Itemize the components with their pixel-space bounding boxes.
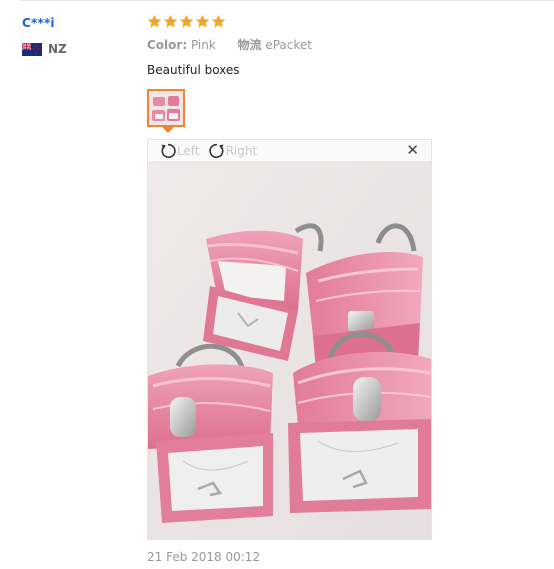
reviewer-name[interactable]: C***i — [22, 16, 67, 30]
reviewer-info: C***i NZ — [22, 16, 67, 56]
star-icon — [211, 14, 226, 28]
review-photo[interactable] — [148, 161, 431, 539]
rotate-left-icon — [161, 143, 176, 158]
star-icon — [147, 14, 162, 28]
star-icon — [163, 14, 178, 28]
rotate-right-label: Right — [225, 143, 258, 158]
star-icon — [195, 14, 210, 28]
reviewer-country: NZ — [22, 42, 67, 56]
shipping-label: 物流 — [237, 38, 262, 52]
review-image-thumbnail[interactable] — [147, 89, 185, 127]
review-date: 21 Feb 2018 00:12 — [147, 550, 261, 564]
rotate-right-icon — [208, 143, 224, 158]
country-code: NZ — [48, 42, 67, 56]
rotate-left-label: Left — [177, 143, 200, 158]
review-content: Color: Pink 物流 ePacket Beautiful boxes — [147, 14, 447, 77]
viewer-toolbar: Left Right ✕ — [148, 140, 431, 161]
image-viewer: Left Right ✕ — [147, 139, 432, 540]
thumbnail-image — [149, 91, 183, 125]
new-zealand-flag-icon — [22, 42, 42, 56]
shipping-value: ePacket — [265, 38, 312, 52]
rotate-right-button[interactable]: Right — [208, 142, 258, 160]
review-attributes: Color: Pink 物流 ePacket — [147, 36, 447, 53]
divider — [20, 0, 554, 1]
color-label: Color: — [147, 38, 188, 52]
jewelry-boxes-image — [148, 161, 431, 539]
rotate-left-button[interactable]: Left — [159, 142, 200, 160]
thumbnail-pointer — [162, 127, 174, 133]
color-value: Pink — [190, 38, 216, 52]
review-comment: Beautiful boxes — [147, 63, 240, 77]
close-icon[interactable]: ✕ — [406, 143, 419, 158]
star-rating — [147, 14, 447, 29]
star-icon — [179, 14, 194, 28]
